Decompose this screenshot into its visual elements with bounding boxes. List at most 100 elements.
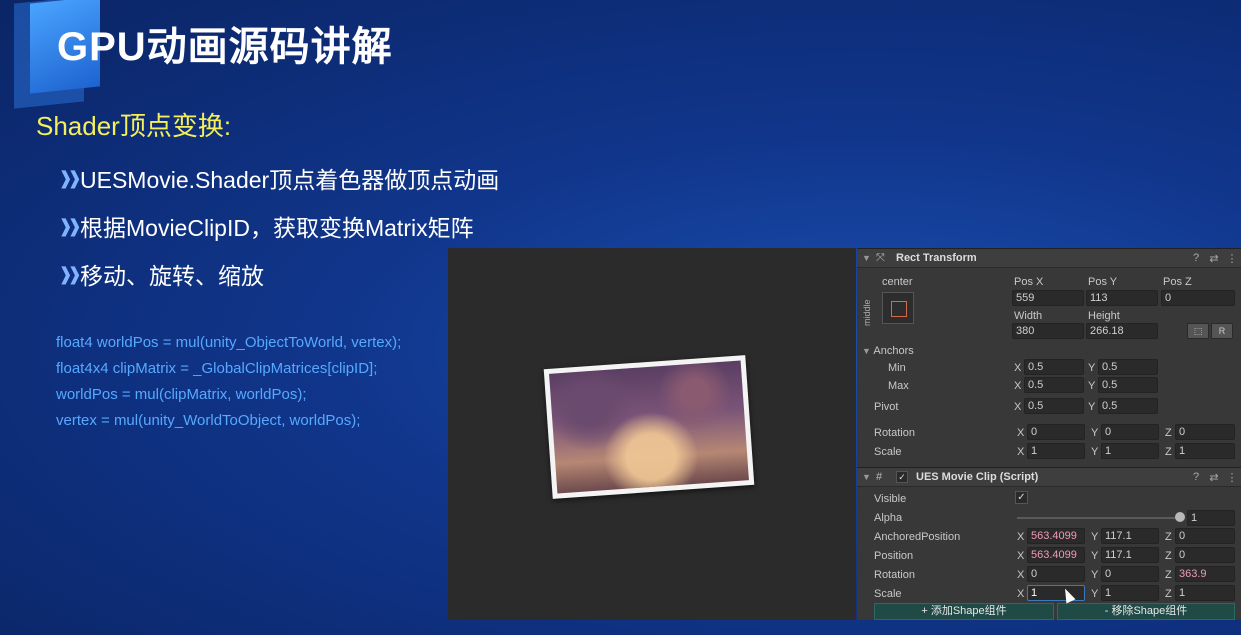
axis-z-label: Z <box>1165 569 1172 581</box>
movie-clip-header[interactable]: ▼ # ✓ UES Movie Clip (Script) ? ⇄ ⋮ <box>857 467 1241 487</box>
axis-y-label: Y <box>1088 401 1096 413</box>
section-title: Shader顶点变换: <box>36 111 232 141</box>
pivot-y-field[interactable]: 0.5 <box>1098 398 1158 414</box>
position-label: Position <box>874 550 914 562</box>
position-x-field[interactable]: 563.4099 <box>1027 547 1085 563</box>
scale-z-field[interactable]: 1 <box>1175 443 1235 459</box>
axis-y-label: Y <box>1091 588 1099 600</box>
axis-x-label: X <box>1014 380 1022 392</box>
pivot-x-field[interactable]: 0.5 <box>1024 398 1084 414</box>
add-shape-button[interactable]: + 添加Shape组件 <box>874 603 1054 620</box>
settings-icon[interactable]: ⇄ <box>1205 471 1223 484</box>
bullet-item: ❱❱ UESMovie.Shader顶点着色器做顶点动画 <box>58 167 500 193</box>
height-field[interactable]: 266.18 <box>1086 323 1158 339</box>
script-icon: # <box>876 471 883 483</box>
axis-x-label: X <box>1017 531 1025 543</box>
settings-icon[interactable]: ⇄ <box>1205 252 1223 265</box>
anchor-vertical-label: middle <box>862 299 872 326</box>
axis-y-label: Y <box>1091 531 1099 543</box>
axis-x-label: X <box>1017 446 1025 458</box>
visible-label: Visible <box>874 493 907 505</box>
anchor-max-y-field[interactable]: 0.5 <box>1098 377 1158 393</box>
expand-arrow-icon[interactable]: ▼ <box>862 346 871 356</box>
position-y-field[interactable]: 117.1 <box>1101 547 1159 563</box>
width-field[interactable]: 380 <box>1012 323 1084 339</box>
component-title: Rect Transform <box>896 252 977 264</box>
expand-arrow-icon[interactable]: ▼ <box>862 472 876 482</box>
component-enabled-checkbox[interactable]: ✓ <box>896 471 908 483</box>
width-label: Width <box>1014 310 1043 322</box>
chevron-icon: ❱❱ <box>58 215 82 236</box>
movie-clip-image[interactable] <box>543 355 755 499</box>
pos-z-label: Pos Z <box>1163 276 1192 288</box>
help-icon[interactable]: ? <box>1187 252 1205 264</box>
anchors-label[interactable]: ▼ Anchors <box>862 345 914 357</box>
position-z-field[interactable]: 0 <box>1175 547 1235 563</box>
pos-y-field[interactable]: 113 <box>1086 290 1158 306</box>
raw-edit-button[interactable]: R <box>1211 323 1233 339</box>
pos-z-field[interactable]: 0 <box>1161 290 1235 306</box>
menu-icon[interactable]: ⋮ <box>1223 471 1241 484</box>
code-line: float4x4 clipMatrix = _GlobalClipMatrice… <box>56 360 378 377</box>
anchored-x-field[interactable]: 563.4099 <box>1027 528 1085 544</box>
axis-y-label: Y <box>1091 550 1099 562</box>
clip-scale-y-field[interactable]: 1 <box>1101 585 1159 601</box>
clip-rotation-z-field[interactable]: 363.9 <box>1175 566 1235 582</box>
anchored-z-field[interactable]: 0 <box>1175 528 1235 544</box>
pos-x-field[interactable]: 559 <box>1012 290 1084 306</box>
anchor-min-label: Min <box>888 362 906 374</box>
rotation-y-field[interactable]: 0 <box>1101 424 1159 440</box>
rotation-z-field[interactable]: 0 <box>1175 424 1235 440</box>
visible-checkbox[interactable]: ✓ <box>1015 491 1028 504</box>
clip-rotation-label: Rotation <box>874 569 915 581</box>
anchored-position-label: AnchoredPosition <box>874 531 961 543</box>
chevron-icon: ❱❱ <box>58 167 82 188</box>
axis-x-label: X <box>1014 401 1022 413</box>
bullet-item: ❱❱ 根据MovieClipID，获取变换Matrix矩阵 <box>58 215 474 241</box>
anchor-max-x-field[interactable]: 0.5 <box>1024 377 1084 393</box>
alpha-label: Alpha <box>874 512 903 524</box>
anchor-max-label: Max <box>888 380 909 392</box>
rotation-x-field[interactable]: 0 <box>1027 424 1085 440</box>
alpha-slider-handle[interactable] <box>1175 512 1185 522</box>
component-title: UES Movie Clip (Script) <box>916 471 1039 483</box>
expand-arrow-icon[interactable]: ▼ <box>862 253 876 263</box>
axis-z-label: Z <box>1165 588 1172 600</box>
code-block: float4 worldPos = mul(unity_ObjectToWorl… <box>56 330 401 434</box>
clip-scale-x-field[interactable]: 1 <box>1027 585 1085 601</box>
alpha-slider-track[interactable] <box>1017 517 1179 519</box>
rotation-label: Rotation <box>874 427 915 439</box>
bullet-item: ❱❱ 移动、旋转、缩放 <box>58 263 264 289</box>
anchor-preset-button[interactable] <box>882 292 914 324</box>
scale-y-field[interactable]: 1 <box>1101 443 1159 459</box>
clip-rotation-y-field[interactable]: 0 <box>1101 566 1159 582</box>
pos-y-label: Pos Y <box>1088 276 1118 288</box>
scale-x-field[interactable]: 1 <box>1027 443 1085 459</box>
anchor-min-y-field[interactable]: 0.5 <box>1098 359 1158 375</box>
height-label: Height <box>1088 310 1120 322</box>
blueprint-mode-button[interactable]: ⬚ <box>1187 323 1209 339</box>
help-icon[interactable]: ? <box>1187 471 1205 483</box>
clip-rotation-x-field[interactable]: 0 <box>1027 566 1085 582</box>
axis-y-label: Y <box>1088 362 1096 374</box>
axis-z-label: Z <box>1165 427 1172 439</box>
chevron-icon: ❱❱ <box>58 263 82 284</box>
remove-shape-button[interactable]: - 移除Shape组件 <box>1057 603 1235 620</box>
clip-scale-z-field[interactable]: 1 <box>1175 585 1235 601</box>
rect-transform-header[interactable]: ▼ ⤧ Rect Transform ? ⇄ ⋮ <box>857 248 1241 268</box>
anchored-y-field[interactable]: 117.1 <box>1101 528 1159 544</box>
menu-icon[interactable]: ⋮ <box>1223 252 1241 265</box>
movie-clip-picture <box>549 360 749 494</box>
pivot-label: Pivot <box>874 401 899 413</box>
anchor-min-x-field[interactable]: 0.5 <box>1024 359 1084 375</box>
clip-scale-label: Scale <box>874 588 902 600</box>
axis-z-label: Z <box>1165 446 1172 458</box>
alpha-field[interactable]: 1 <box>1187 510 1235 526</box>
scale-label: Scale <box>874 446 902 458</box>
code-line: float4 worldPos = mul(unity_ObjectToWorl… <box>56 334 402 351</box>
axis-z-label: Z <box>1165 550 1172 562</box>
anchor-horizontal-label: center <box>882 276 913 288</box>
axis-y-label: Y <box>1091 427 1099 439</box>
scene-view[interactable] <box>448 248 856 620</box>
axis-y-label: Y <box>1091 446 1099 458</box>
